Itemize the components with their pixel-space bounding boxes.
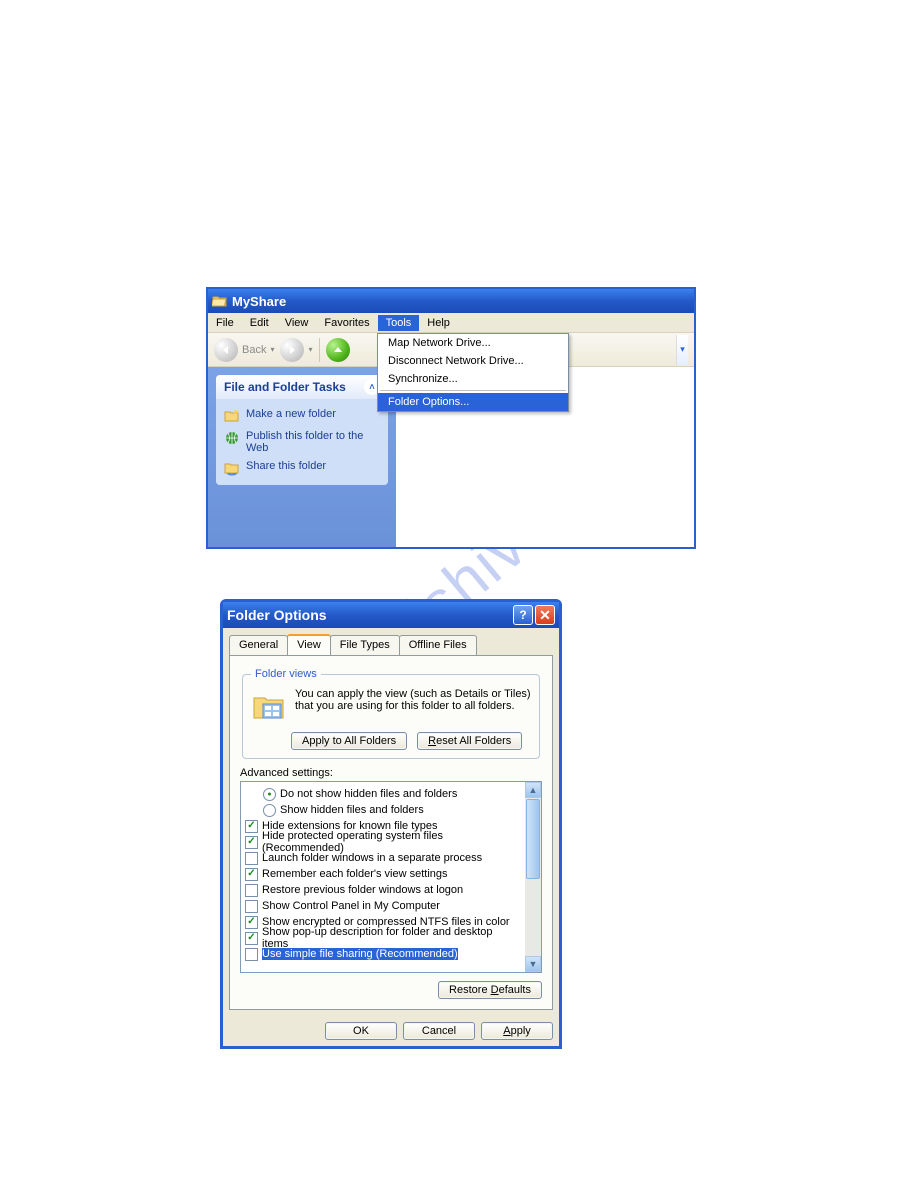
reset-all-folders-button[interactable]: Reset All Folders [417,732,522,750]
task-label: Publish this folder to the Web [246,430,380,454]
radio-icon[interactable] [263,788,276,801]
restore-defaults-button[interactable]: Restore Defaults [438,981,542,999]
folder-views-icon [251,688,287,724]
advanced-item[interactable]: Hide protected operating system files (R… [243,834,523,850]
help-button[interactable]: ? [513,605,533,625]
advanced-item-label: Show pop-up description for folder and d… [262,926,521,950]
dialog-tabstrip: General View File Types Offline Files [223,628,559,655]
checkbox-icon[interactable] [245,948,258,961]
tasks-body: Make a new folder Publish this folder to… [216,399,388,485]
up-button[interactable] [326,338,350,362]
task-publish-to-web[interactable]: Publish this folder to the Web [224,427,380,457]
tools-dropdown: Map Network Drive... Disconnect Network … [377,333,569,412]
advanced-item[interactable]: Do not show hidden files and folders [243,786,523,802]
folder-options-dialog: Folder Options ? ✕ General View File Typ… [220,599,562,1049]
task-label: Make a new folder [246,408,336,420]
dialog-title: Folder Options [227,607,327,623]
checkbox-icon[interactable] [245,868,258,881]
menu-item-synchronize[interactable]: Synchronize... [378,370,568,388]
checkbox-icon[interactable] [245,932,258,945]
checkbox-icon[interactable] [245,916,258,929]
arrow-left-icon [214,338,238,362]
scrollbar[interactable]: ▲ ▼ [525,782,541,972]
explorer-titlebar[interactable]: MyShare [208,289,694,313]
menu-separator [380,390,566,391]
menu-favorites[interactable]: Favorites [316,315,377,331]
explorer-sidepanel: File and Folder Tasks ˄ Make a new folde… [208,367,396,547]
forward-button[interactable]: ▾ [280,338,312,362]
advanced-item[interactable]: Show pop-up description for folder and d… [243,930,523,946]
advanced-item-label: Launch folder windows in a separate proc… [262,852,482,864]
explorer-window: MyShare File Edit View Favorites Tools H… [206,287,696,549]
advanced-item[interactable]: Restore previous folder windows at logon [243,882,523,898]
checkbox-icon[interactable] [245,884,258,897]
advanced-settings-label: Advanced settings: [240,767,542,779]
chevron-down-icon: ▾ [270,345,274,354]
task-label: Share this folder [246,460,326,472]
menu-item-disconnect-network-drive[interactable]: Disconnect Network Drive... [378,352,568,370]
radio-icon[interactable] [263,804,276,817]
folder-views-text: You can apply the view (such as Details … [295,688,531,712]
close-icon: ✕ [539,607,551,624]
ok-button[interactable]: OK [325,1022,397,1040]
tasks-header[interactable]: File and Folder Tasks ˄ [216,375,388,399]
cancel-button[interactable]: Cancel [403,1022,475,1040]
new-folder-icon [224,408,240,424]
checkbox-icon[interactable] [245,852,258,865]
advanced-item-label: Remember each folder's view settings [262,868,448,880]
arrow-up-icon [326,338,350,362]
menu-view[interactable]: View [277,315,317,331]
back-label: Back [242,344,266,356]
advanced-item-label: Restore previous folder windows at logon [262,884,463,896]
task-share-folder[interactable]: Share this folder [224,457,380,479]
advanced-item-label: Do not show hidden files and folders [280,788,457,800]
menu-item-map-network-drive[interactable]: Map Network Drive... [378,334,568,352]
close-button[interactable]: ✕ [535,605,555,625]
task-make-new-folder[interactable]: Make a new folder [224,405,380,427]
tab-page-view: Folder views You can apply the view (suc… [229,655,553,1010]
folder-open-icon [212,293,228,309]
scroll-down-icon[interactable]: ▼ [525,956,541,972]
tasks-box: File and Folder Tasks ˄ Make a new folde… [216,375,388,485]
advanced-item-label: Show Control Panel in My Computer [262,900,440,912]
advanced-item[interactable]: Show Control Panel in My Computer [243,898,523,914]
menu-tools[interactable]: Tools [378,315,420,331]
address-dropdown-icon[interactable]: ▾ [676,335,688,365]
tab-view[interactable]: View [287,634,331,655]
advanced-item-label: Show hidden files and folders [280,804,424,816]
globe-icon [224,430,240,446]
folder-views-legend: Folder views [251,668,321,680]
dialog-footer: OK Cancel Apply [223,1016,559,1046]
tab-offline-files[interactable]: Offline Files [399,635,477,656]
advanced-settings-list[interactable]: Do not show hidden files and folders Show… [240,781,542,973]
checkbox-icon[interactable] [245,836,258,849]
apply-to-all-folders-button[interactable]: Apply to All Folders [291,732,407,750]
advanced-item-label: Hide protected operating system files (R… [262,830,521,854]
scroll-thumb[interactable] [526,799,540,879]
advanced-item[interactable]: Remember each folder's view settings [243,866,523,882]
explorer-title: MyShare [232,294,286,309]
tab-general[interactable]: General [229,635,288,656]
folder-views-group: Folder views You can apply the view (suc… [242,668,540,759]
advanced-item[interactable]: Launch folder windows in a separate proc… [243,850,523,866]
explorer-menubar: File Edit View Favorites Tools Help [208,313,694,333]
advanced-item[interactable]: Show hidden files and folders [243,802,523,818]
help-icon: ? [519,608,526,622]
checkbox-icon[interactable] [245,820,258,833]
tasks-header-label: File and Folder Tasks [224,380,346,394]
checkbox-icon[interactable] [245,900,258,913]
dialog-titlebar[interactable]: Folder Options ? ✕ [223,602,559,628]
chevron-down-icon: ▾ [308,345,312,354]
scroll-up-icon[interactable]: ▲ [525,782,541,798]
share-folder-icon [224,460,240,476]
menu-item-folder-options[interactable]: Folder Options... [378,393,568,411]
arrow-right-icon [280,338,304,362]
tab-file-types[interactable]: File Types [330,635,400,656]
menu-help[interactable]: Help [419,315,458,331]
advanced-item-label: Use simple file sharing (Recommended) [262,948,458,960]
apply-button[interactable]: Apply [481,1022,553,1040]
back-button[interactable]: Back ▾ [214,338,274,362]
menu-file[interactable]: File [208,315,242,331]
menu-edit[interactable]: Edit [242,315,277,331]
